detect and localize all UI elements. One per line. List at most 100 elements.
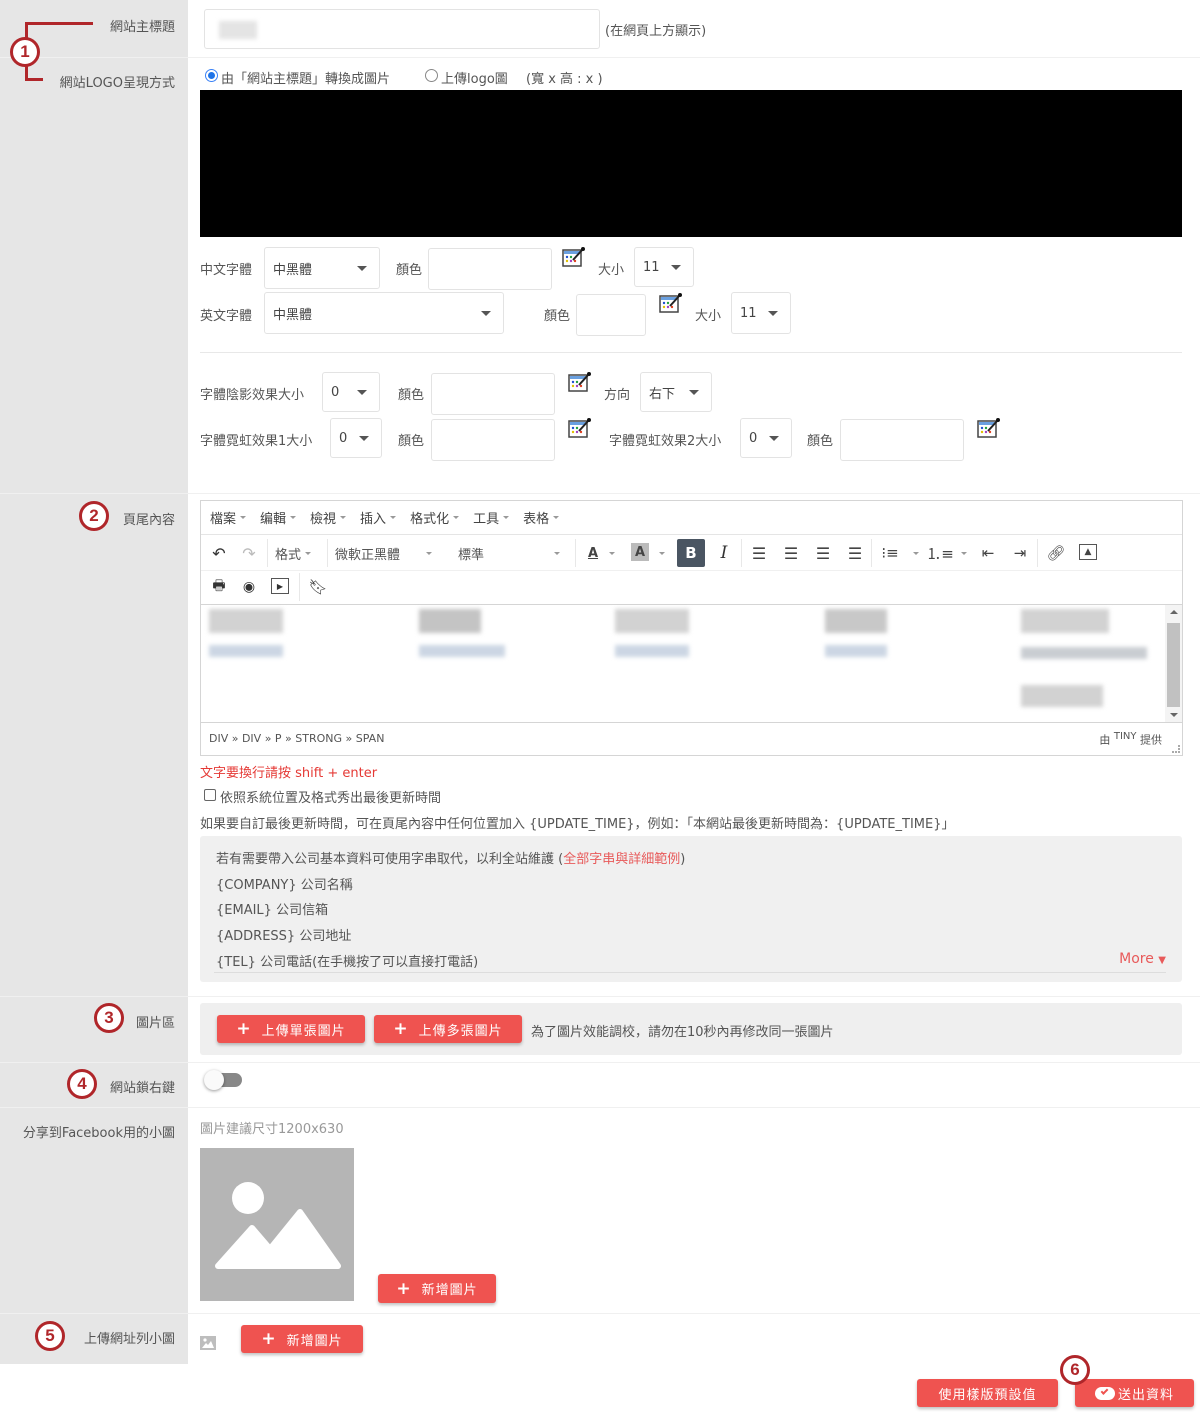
button-label: 新增圖片	[286, 1333, 343, 1349]
color-picker-icon[interactable]	[562, 246, 586, 268]
facebook-image-hint: 圖片建議尺寸1200x630	[200, 1122, 344, 1137]
label-cell: 圖片區	[0, 997, 188, 1062]
neon1-size-select[interactable]: 0	[330, 418, 382, 458]
text-color-icon[interactable]: A	[583, 542, 603, 564]
menu-format[interactable]: 格式化	[410, 508, 460, 527]
italic-icon[interactable]: I	[713, 541, 735, 565]
neon2-size-label: 字體霓虹效果2大小	[609, 434, 722, 449]
color-picker-icon[interactable]	[659, 292, 683, 314]
chevron-down-icon	[290, 516, 297, 519]
chevron-down-icon[interactable]	[961, 552, 967, 555]
more-toggle[interactable]: More ▼	[1119, 951, 1166, 967]
color-picker-icon[interactable]	[568, 371, 592, 393]
font-family-dropdown[interactable]: 微軟正黑體	[335, 543, 445, 563]
menu-file[interactable]: 檔案	[210, 508, 247, 527]
upload-single-image-button[interactable]: + 上傳單張圖片	[217, 1015, 365, 1043]
powered-brand[interactable]: TINY	[1114, 731, 1137, 742]
chevron-down-icon	[426, 551, 433, 555]
color-picker-icon[interactable]	[568, 417, 592, 439]
label-cell: 上傳網址列小圖	[0, 1314, 188, 1364]
bullet-list-icon[interactable]: ⁝≡	[879, 543, 901, 563]
menu-label: 插入	[360, 512, 387, 527]
chevron-down-icon	[357, 390, 367, 395]
add-url-list-image-button[interactable]: + 新增圖片	[241, 1325, 363, 1353]
chinese-size-select[interactable]: 11	[634, 247, 694, 287]
site-title-input[interactable]	[204, 9, 600, 49]
toolbar-separator	[741, 539, 742, 567]
shadow-color-input[interactable]	[431, 373, 555, 415]
neon2-size-select[interactable]: 0	[740, 418, 792, 458]
scroll-up-icon[interactable]	[1170, 610, 1178, 614]
chevron-down-icon	[340, 516, 347, 519]
bookmark-icon[interactable]: 🔖︎	[308, 577, 327, 597]
menu-edit[interactable]: 编輯	[260, 508, 297, 527]
editor-content[interactable]	[201, 605, 1165, 723]
indent-icon[interactable]: ⇥	[1009, 543, 1031, 563]
show-update-time-checkbox[interactable]	[204, 789, 216, 801]
chevron-down-icon	[689, 390, 699, 395]
english-size-select[interactable]: 11	[731, 292, 791, 334]
chinese-font-select[interactable]: 中黑體	[264, 247, 380, 289]
button-label: 新增圖片	[421, 1283, 478, 1298]
align-center-icon[interactable]: ☰	[781, 543, 801, 563]
resize-handle-icon[interactable]	[1172, 745, 1180, 753]
menu-table[interactable]: 表格	[523, 508, 560, 527]
editor-scrollbar[interactable]	[1165, 605, 1182, 723]
neon2-color-input[interactable]	[840, 419, 964, 461]
chevron-down-icon[interactable]	[913, 552, 919, 555]
upload-multiple-images-button[interactable]: + 上傳多張圖片	[374, 1015, 522, 1043]
shadow-size-select[interactable]: 0	[322, 372, 380, 412]
color-picker-icon[interactable]	[977, 417, 1001, 439]
string-item-email: {EMAIL} 公司信箱	[216, 903, 329, 918]
annotation-badge-1: 1	[10, 37, 40, 67]
logo-size-hint: (寬 x 高 : x )	[526, 72, 603, 87]
media-icon[interactable]: ▶	[271, 578, 289, 594]
chinese-color-input[interactable]	[428, 248, 552, 290]
menu-view[interactable]: 檢視	[310, 508, 347, 527]
english-size-label: 大小	[695, 309, 722, 324]
chinese-size-value: 11	[643, 259, 660, 275]
lock-right-click-toggle[interactable]	[204, 1070, 242, 1090]
site-title-row: 網站主標題 (在網頁上方顯示)	[0, 0, 1200, 58]
chevron-down-icon	[390, 516, 397, 519]
menu-tools[interactable]: 工具	[473, 508, 510, 527]
element-path[interactable]: DIV » DIV » P » STRONG » SPAN	[209, 732, 384, 745]
chevron-down-icon[interactable]	[609, 552, 615, 555]
image-icon[interactable]: ▲	[1079, 544, 1097, 560]
outdent-icon[interactable]: ⇤	[977, 543, 999, 563]
redo-icon[interactable]: ↷	[239, 543, 259, 563]
image-area-hint: 為了圖片效能調校，請勿在10秒內再修改同一張圖片	[531, 1025, 834, 1040]
radio-upload-logo[interactable]	[425, 69, 438, 82]
scroll-down-icon[interactable]	[1170, 713, 1178, 717]
english-color-input[interactable]	[576, 294, 646, 336]
align-justify-icon[interactable]: ☰	[845, 543, 865, 563]
link-icon[interactable]: 🔗︎	[1045, 543, 1067, 563]
align-left-icon[interactable]: ☰	[749, 543, 769, 563]
align-right-icon[interactable]: ☰	[813, 543, 833, 563]
url-list-image-row: 上傳網址列小圖 + 新增圖片	[0, 1314, 1200, 1364]
neon1-color-input[interactable]	[431, 419, 555, 461]
submit-button[interactable]: 送出資料	[1075, 1379, 1194, 1407]
add-facebook-image-button[interactable]: + 新增圖片	[378, 1274, 496, 1303]
blurred-value	[219, 21, 257, 39]
print-icon[interactable]: 🖶︎	[209, 577, 229, 597]
background-color-icon[interactable]: A	[631, 543, 649, 561]
use-template-default-button[interactable]: 使用樣版預設值	[917, 1379, 1058, 1407]
direction-select[interactable]: 右下	[640, 372, 712, 412]
scrollbar-thumb[interactable]	[1167, 623, 1180, 707]
undo-icon[interactable]: ↶	[209, 543, 229, 563]
label-cell: 分享到Facebook用的小圖	[0, 1108, 188, 1313]
radio-text-logo[interactable]	[205, 69, 218, 82]
bold-icon[interactable]: B	[677, 539, 705, 567]
annotation-badge-6: 6	[1060, 1355, 1090, 1385]
format-dropdown[interactable]: 格式	[275, 543, 312, 563]
numbered-list-icon[interactable]: ⒈≡	[926, 543, 954, 563]
string-examples-link[interactable]: 全部字串與詳細範例	[563, 852, 680, 867]
preview-icon[interactable]: ◉	[239, 577, 259, 597]
english-font-select[interactable]: 中黑體	[264, 292, 504, 334]
menu-insert[interactable]: 插入	[360, 508, 397, 527]
chevron-down-icon[interactable]	[659, 552, 665, 555]
intro-end: )	[680, 852, 686, 867]
font-size-dropdown[interactable]: 標準	[458, 543, 566, 563]
menu-label: 檢視	[310, 512, 337, 527]
